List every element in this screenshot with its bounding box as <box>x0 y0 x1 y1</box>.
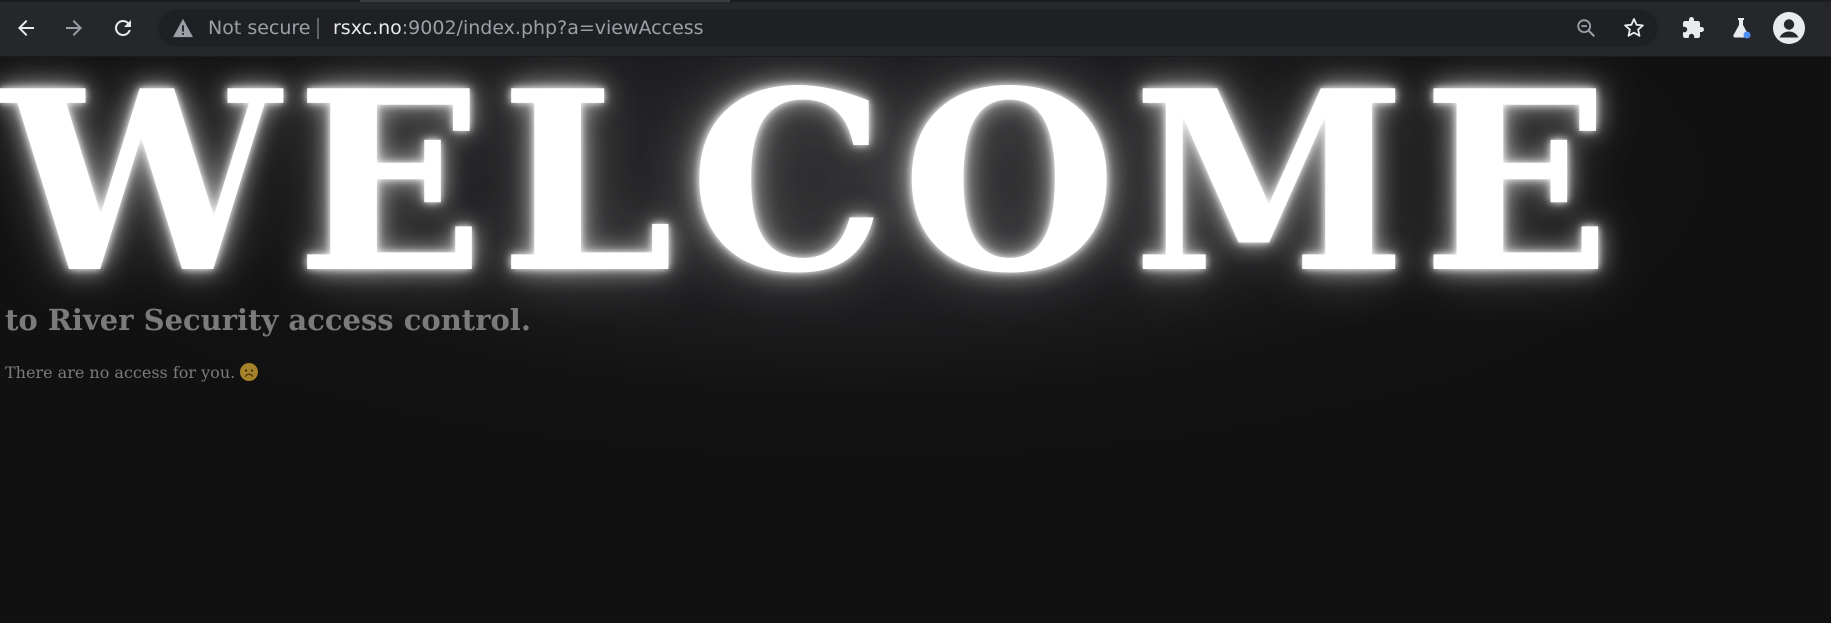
page-subtitle: to River Security access control. <box>5 303 531 337</box>
profile-button[interactable] <box>1772 11 1806 45</box>
url-host: rsxc.no <box>333 17 402 39</box>
address-bar[interactable]: Not secure rsxc.no:9002/index.php?a=view… <box>158 9 1658 47</box>
worried-face-icon <box>240 363 259 381</box>
warning-triangle-icon <box>173 18 193 38</box>
access-message: There are no access for you. <box>5 361 259 385</box>
star-icon <box>1624 18 1644 37</box>
welcome-heading: WELCOME <box>2 57 1626 328</box>
back-button[interactable] <box>8 10 44 46</box>
labs-flask-icon <box>1733 18 1751 39</box>
url-text[interactable]: rsxc.no:9002/index.php?a=viewAccess <box>333 9 704 47</box>
reload-button[interactable] <box>105 10 141 46</box>
forward-arrow-icon <box>66 20 82 36</box>
url-path: :9002/index.php?a=viewAccess <box>401 17 704 39</box>
reload-icon <box>115 20 131 36</box>
forward-button[interactable] <box>56 10 92 46</box>
tab-strip <box>0 0 1831 2</box>
zoom-button[interactable] <box>1569 11 1603 45</box>
omnibox-divider <box>317 18 319 39</box>
extensions-button[interactable] <box>1676 11 1710 45</box>
zoom-out-icon <box>1577 19 1595 37</box>
security-status-label[interactable]: Not secure <box>208 9 311 47</box>
active-tab-edge <box>360 0 730 2</box>
labs-button[interactable] <box>1724 11 1758 45</box>
back-arrow-icon <box>18 20 34 36</box>
access-message-text: There are no access for you. <box>5 363 236 382</box>
bookmark-button[interactable] <box>1617 11 1651 45</box>
page-content: WELCOME to River Security access control… <box>0 57 1831 623</box>
browser-toolbar: Not secure rsxc.no:9002/index.php?a=view… <box>0 0 1831 57</box>
extensions-icon <box>1683 17 1704 38</box>
profile-avatar-icon <box>1773 12 1805 44</box>
